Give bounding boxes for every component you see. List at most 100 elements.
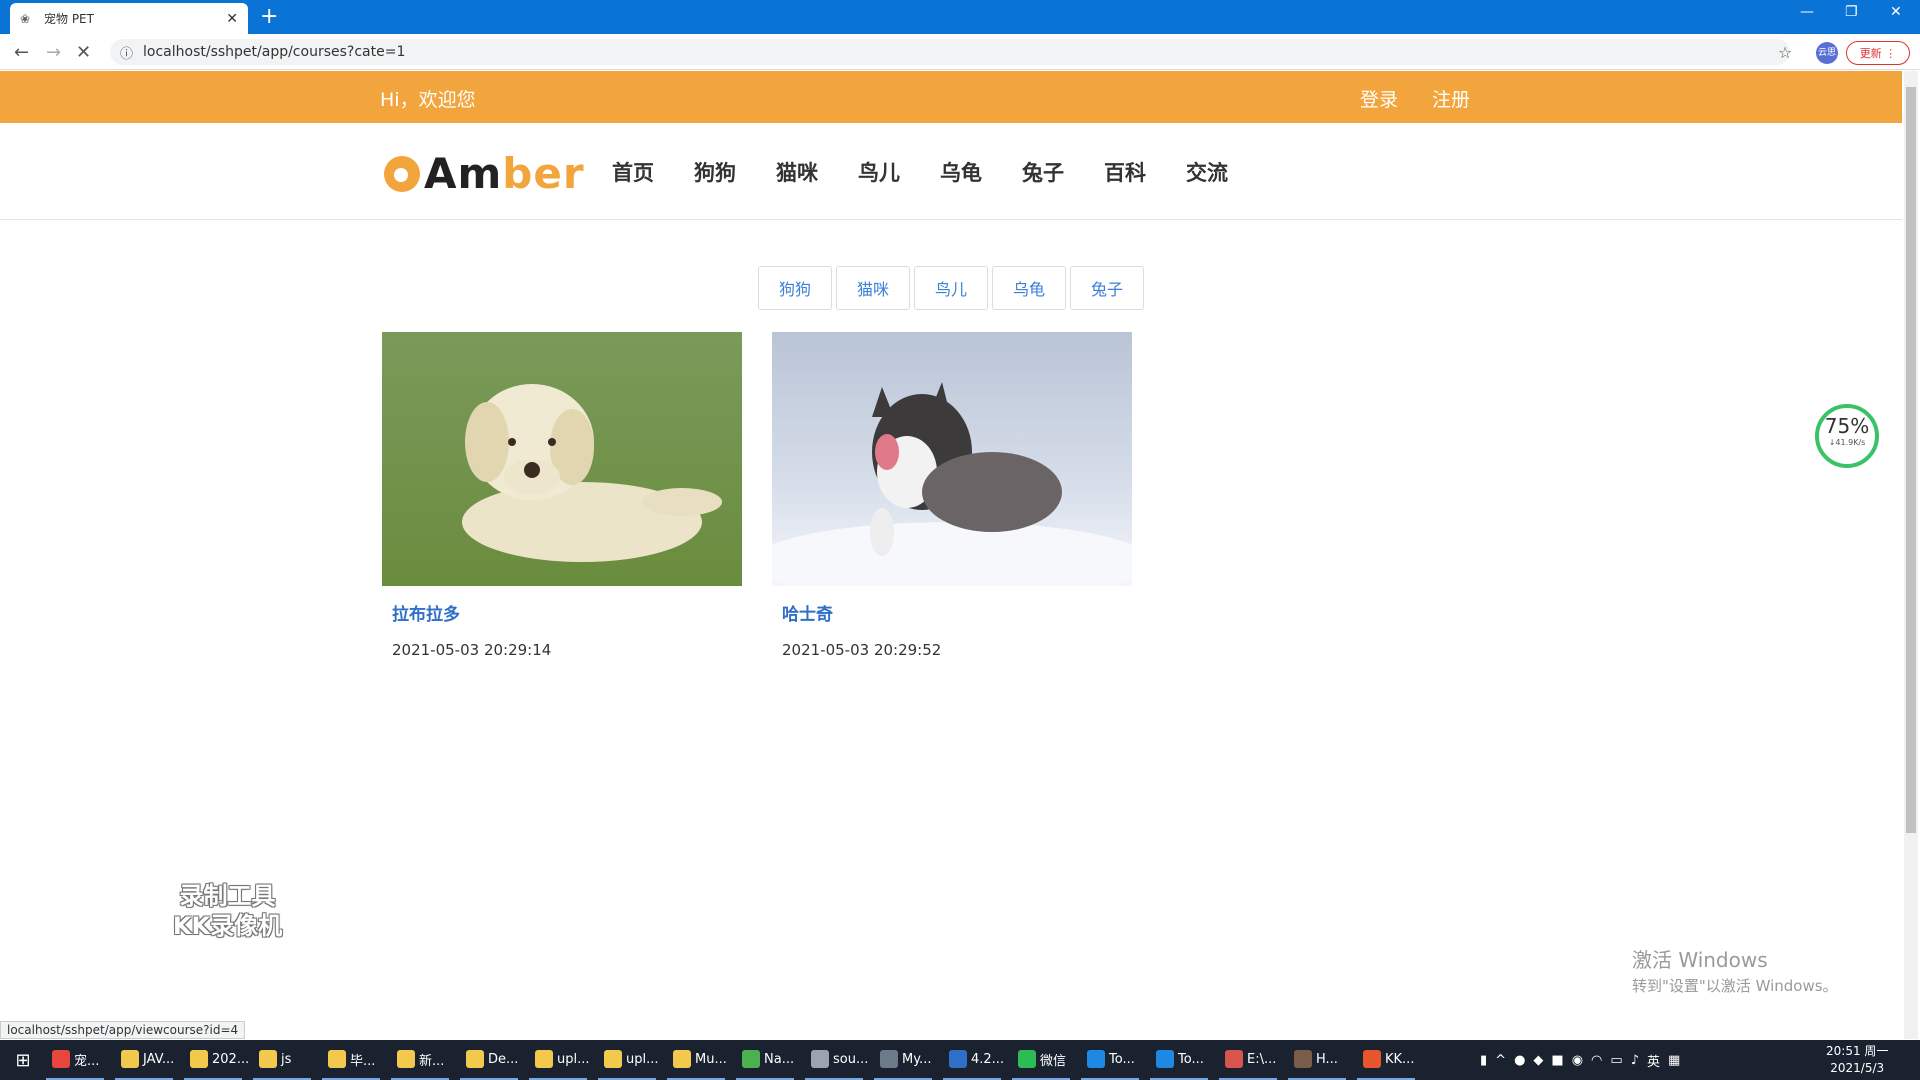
nav-rabbits[interactable]: 兔子 [1022, 157, 1064, 187]
taskbar-item[interactable]: 微信 [1012, 1040, 1070, 1080]
page-viewport: Hi，欢迎您 登录 注册 Amber 首页 狗狗 猫咪 鸟儿 乌龟 兔子 百科 … [0, 71, 1902, 1039]
nav-birds[interactable]: 鸟儿 [858, 157, 900, 187]
windows-activation-notice: 激活 Windows 转到"设置"以激活 Windows。 [1632, 944, 1838, 996]
tab-title: 宠物 PET [44, 12, 94, 26]
new-tab-icon[interactable]: + [260, 5, 278, 29]
tray-app-icon[interactable]: ■ [1551, 1053, 1563, 1068]
taskbar-item[interactable]: upl... [598, 1040, 659, 1080]
taskbar-label: 微信 [1040, 1053, 1067, 1069]
taskbar-label: Mu... [695, 1051, 727, 1067]
profile-avatar[interactable]: 云思 [1816, 42, 1838, 64]
taskbar-item[interactable]: To... [1150, 1040, 1208, 1080]
taskbar-label: sou... [833, 1051, 869, 1067]
main-nav: 首页 狗狗 猫咪 鸟儿 乌龟 兔子 百科 交流 [612, 157, 1268, 187]
taskbar-item[interactable]: upl... [529, 1040, 590, 1080]
course-name[interactable]: 哈士奇 [772, 600, 1132, 625]
update-button[interactable]: 更新 ⋮ [1846, 41, 1910, 65]
tray-app-icon[interactable]: ● [1514, 1053, 1525, 1068]
folder-icon [673, 1050, 691, 1068]
top-welcome-bar: Hi，欢迎您 登录 注册 [0, 71, 1902, 123]
taskbar-item[interactable]: js [253, 1040, 311, 1080]
taskbar-label: 4.2... [971, 1051, 1005, 1067]
taskbar-item[interactable]: 202... [184, 1040, 249, 1080]
course-card[interactable]: 哈士奇 2021-05-03 20:29:52 [772, 332, 1132, 659]
nav-dogs[interactable]: 狗狗 [694, 157, 736, 187]
login-link[interactable]: 登录 [1360, 85, 1398, 112]
avatar-icon [1294, 1050, 1312, 1068]
nav-cats[interactable]: 猫咪 [776, 157, 818, 187]
taskbar-item[interactable]: sou... [805, 1040, 868, 1080]
stop-loading-icon[interactable]: ✕ [76, 42, 91, 63]
taskbar-label: To... [1178, 1051, 1204, 1067]
taskbar-label: To... [1109, 1051, 1135, 1067]
vscode-icon [949, 1050, 967, 1068]
nav-home[interactable]: 首页 [612, 157, 654, 187]
browser-tab[interactable]: ❀ 宠物 PET ✕ [10, 3, 248, 34]
taskbar-item-chrome[interactable]: 宠... [46, 1040, 104, 1080]
taskbar-item[interactable]: Na... [736, 1040, 794, 1080]
taskbar-item[interactable]: My... [874, 1040, 932, 1080]
app-icon [811, 1050, 829, 1068]
tray-expand-icon[interactable]: ^ [1495, 1053, 1506, 1068]
volume-icon[interactable]: ♪ [1631, 1053, 1639, 1068]
filter-birds-button[interactable]: 鸟儿 [914, 266, 988, 310]
course-name[interactable]: 拉布拉多 [382, 600, 742, 625]
filter-turtles-button[interactable]: 乌龟 [992, 266, 1066, 310]
course-card[interactable]: 拉布拉多 2021-05-03 20:29:14 [382, 332, 742, 659]
address-toolbar: ← → ✕ ⓘ localhost/sshpet/app/courses?cat… [0, 34, 1920, 70]
bookmark-star-icon[interactable]: ☆ [1778, 43, 1792, 62]
windows-start-icon[interactable]: ⊞ [0, 1040, 46, 1080]
watermark-line1: 录制工具 [179, 882, 276, 910]
filter-rabbits-button[interactable]: 兔子 [1070, 266, 1144, 310]
tray-app-icon[interactable]: ◆ [1533, 1053, 1543, 1068]
nav-encyclopedia[interactable]: 百科 [1104, 157, 1146, 187]
taskbar-item[interactable]: De... [460, 1040, 518, 1080]
page-scrollbar[interactable] [1904, 71, 1918, 1039]
url-field[interactable]: ⓘ localhost/sshpet/app/courses?cate=1 [110, 39, 1790, 65]
todesk-icon [1156, 1050, 1174, 1068]
taskbar-item[interactable]: KK... [1357, 1040, 1415, 1080]
nav-community[interactable]: 交流 [1186, 157, 1228, 187]
taskbar-label: 宠... [74, 1053, 100, 1069]
battery-icon[interactable]: ▮ [1480, 1053, 1487, 1068]
taskbar-item[interactable]: H... [1288, 1040, 1346, 1080]
taskbar-label: 毕... [350, 1053, 376, 1069]
taskbar-label: E:\... [1247, 1051, 1277, 1067]
taskbar-item[interactable]: E:\... [1219, 1040, 1277, 1080]
register-link[interactable]: 注册 [1432, 85, 1470, 112]
wechat-tray-icon[interactable]: ◉ [1572, 1053, 1583, 1068]
husky-image[interactable] [772, 332, 1132, 586]
taskbar-clock[interactable]: 20:51 周一 2021/5/3 [1826, 1043, 1888, 1077]
ime-indicator[interactable]: 英 [1647, 1051, 1660, 1070]
taskbar-label: My... [902, 1051, 932, 1067]
filter-cats-button[interactable]: 猫咪 [836, 266, 910, 310]
taskbar-item[interactable]: JAV... [115, 1040, 174, 1080]
wifi-icon[interactable]: ◠ [1591, 1053, 1602, 1068]
browser-titlebar: ❀ 宠物 PET ✕ + — ❐ ✕ [0, 0, 1920, 34]
app-icon [1225, 1050, 1243, 1068]
site-logo[interactable]: Amber [384, 149, 585, 198]
back-icon[interactable]: ← [14, 42, 29, 63]
taskbar-item[interactable]: 4.2... [943, 1040, 1005, 1080]
window-close-icon[interactable]: ✕ [1890, 4, 1902, 20]
folder-icon [535, 1050, 553, 1068]
keyboard-icon[interactable]: ▦ [1668, 1053, 1680, 1068]
taskbar-item[interactable]: To... [1081, 1040, 1139, 1080]
nav-turtles[interactable]: 乌龟 [940, 157, 982, 187]
forward-icon[interactable]: → [46, 42, 61, 63]
network-icon[interactable]: ▭ [1610, 1053, 1622, 1068]
site-info-icon[interactable]: ⓘ [120, 43, 133, 62]
tab-close-icon[interactable]: ✕ [226, 11, 238, 27]
scrollbar-thumb[interactable] [1906, 87, 1916, 833]
taskbar-item[interactable]: Mu... [667, 1040, 727, 1080]
network-speed-widget[interactable]: 75% ↓41.9K/s [1815, 404, 1879, 468]
activate-title: 激活 Windows [1632, 948, 1768, 972]
minimize-icon[interactable]: — [1800, 4, 1814, 20]
taskbar-item[interactable]: 新... [391, 1040, 449, 1080]
taskbar-item[interactable]: 毕... [322, 1040, 380, 1080]
restore-icon[interactable]: ❐ [1845, 4, 1858, 20]
navicat-icon [742, 1050, 760, 1068]
labrador-image[interactable] [382, 332, 742, 586]
filter-dogs-button[interactable]: 狗狗 [758, 266, 832, 310]
taskbar-label: Na... [764, 1051, 795, 1067]
